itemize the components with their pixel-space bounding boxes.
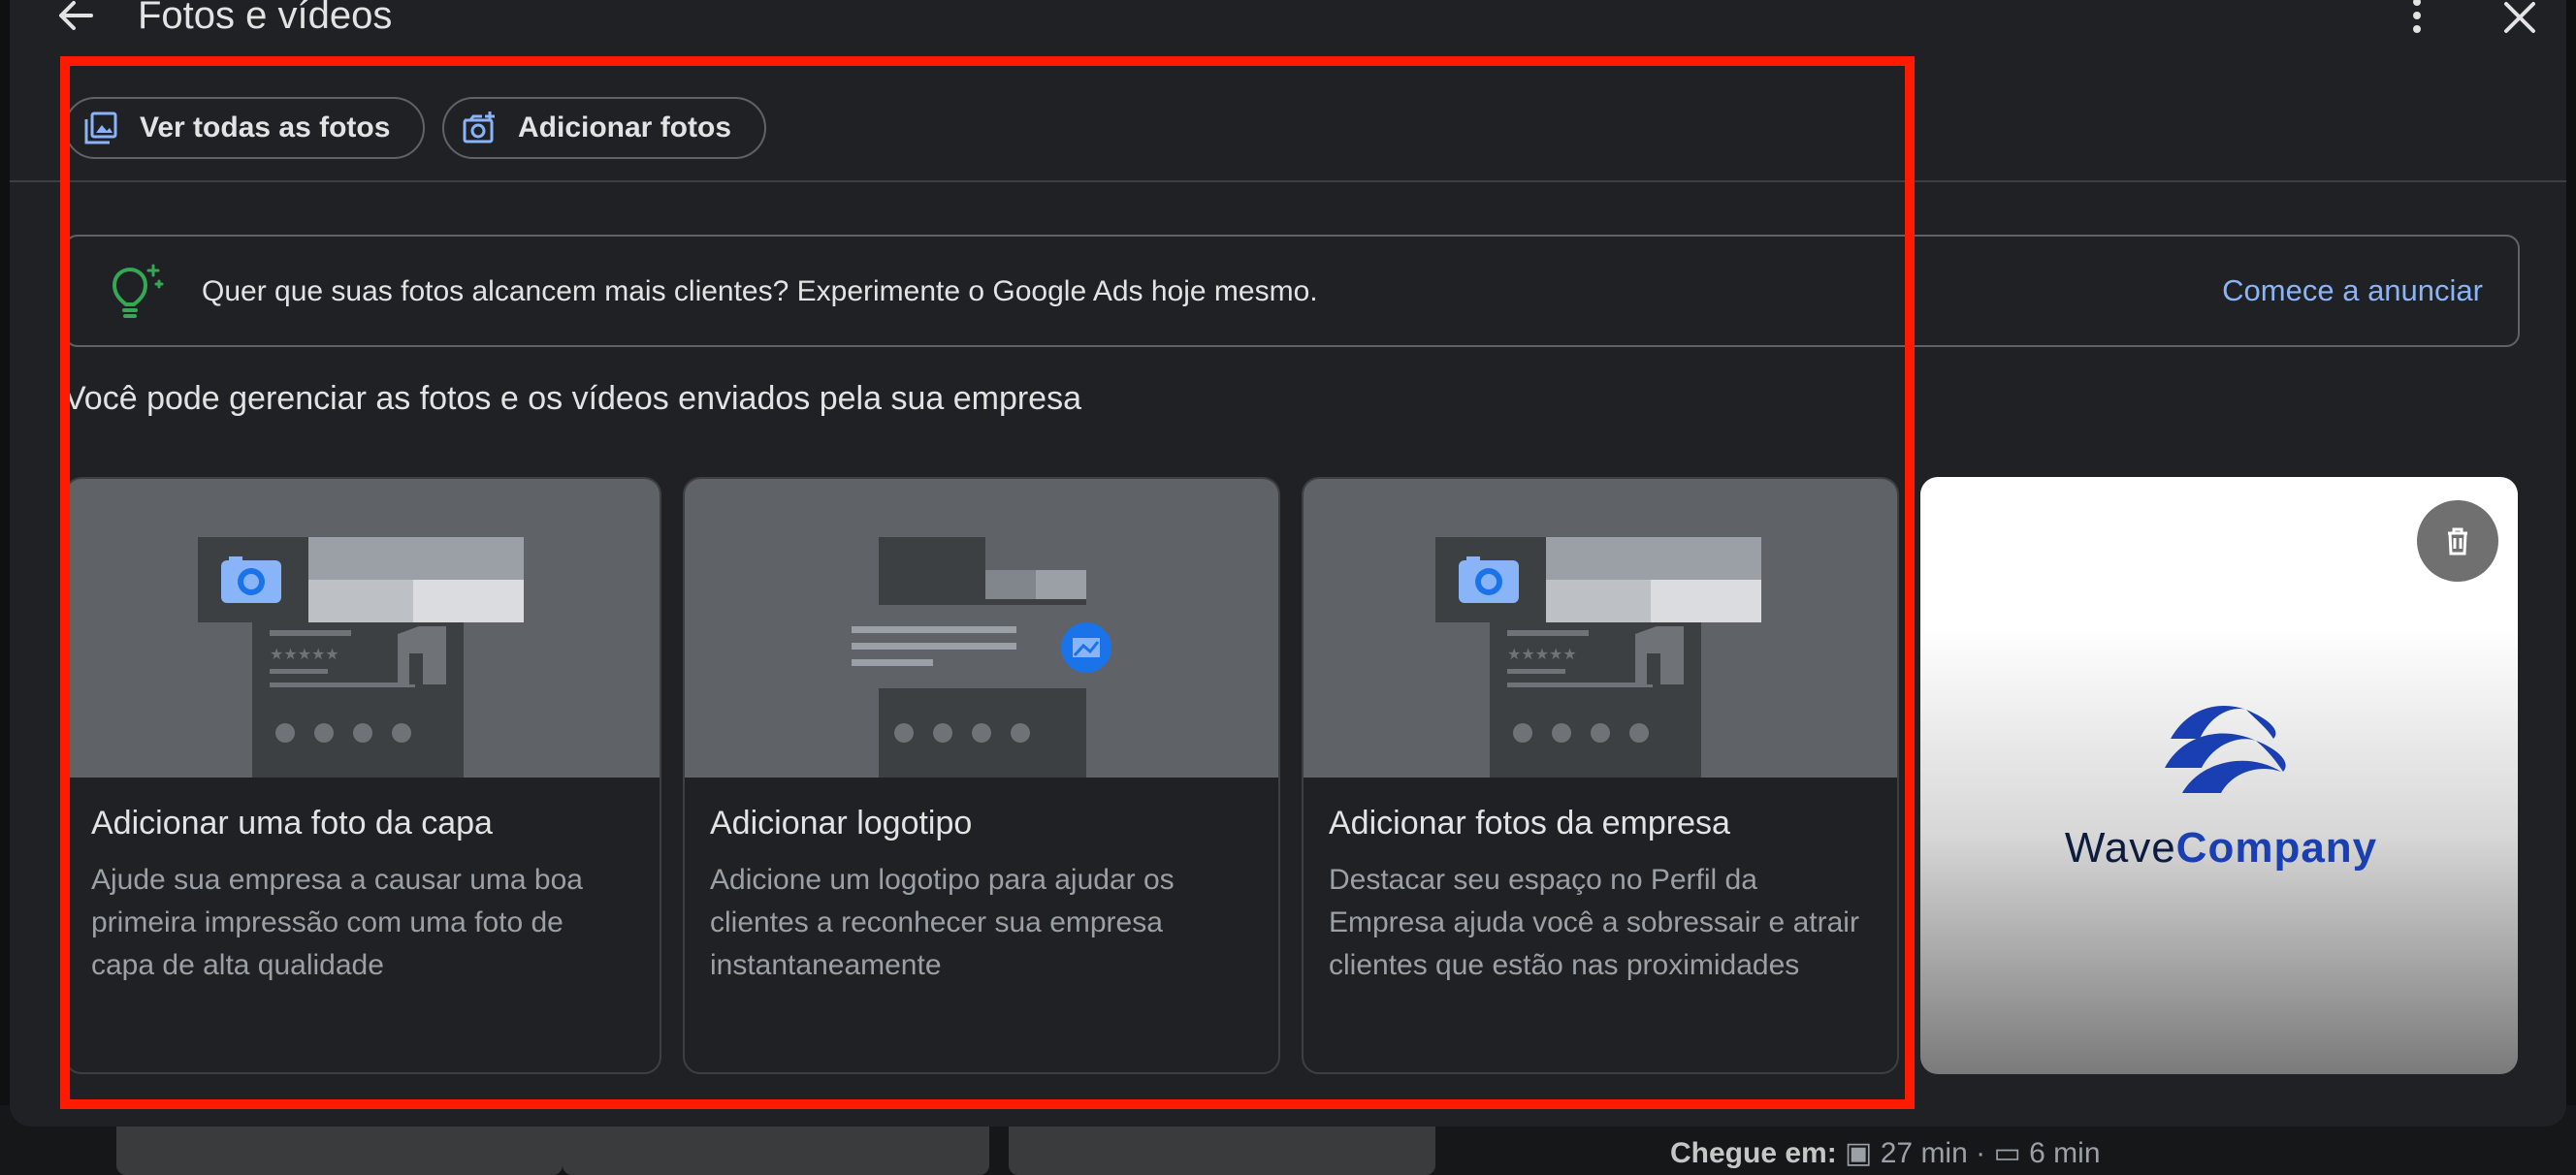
add-photo-icon [460,109,499,147]
arrow-left-icon [59,1,93,30]
photo-library-icon [81,109,120,147]
close-button[interactable] [2498,0,2541,39]
transit-time: 27 min [1880,1137,1968,1169]
wave-logo-icon [2165,705,2286,793]
logo-word-company: Company [2175,824,2378,872]
arrival-label: Chegue em: [1670,1137,1837,1169]
section-subtitle: Você pode gerenciar as fotos e os vídeos… [64,380,1082,417]
lightbulb-icon [107,262,165,322]
uploaded-logo-photo[interactable]: WaveCompany [1920,477,2518,1074]
dialog-title: Fotos e vídeos [138,0,393,37]
trash-icon [2448,527,2467,556]
more-vert-icon [2413,0,2421,33]
company-logo: WaveCompany [2027,671,2415,884]
more-options-button[interactable] [2399,0,2434,37]
card-title: Adicionar logotipo [710,805,973,842]
header-divider [10,180,2566,182]
banner-message: Quer que suas fotos alcancem mais client… [202,275,1318,307]
add-business-photos-card[interactable]: ★★★★★ Adicionar fotos da empresa Destaca… [1302,477,1899,1074]
add-photos-button[interactable]: Adicionar fotos [442,97,767,159]
card-title: Adicionar uma foto da capa [91,805,493,842]
photos-dialog: Fotos e vídeos Ver todas as fotos Adicio… [10,0,2566,1127]
logo-illustration [685,479,1278,778]
cover-photo-illustration: ★★★★★ [66,479,660,778]
card-description: Adicione um logotipo para ajudar os clie… [710,864,1175,981]
add-cover-photo-card[interactable]: ★★★★★ Adicionar uma foto da capa Ajude s… [64,477,661,1074]
view-all-photos-label: Ver todas as fotos [140,111,391,143]
close-icon [2504,2,2535,33]
drive-time: 6 min [2029,1137,2101,1169]
card-title: Adicionar fotos da empresa [1329,805,1730,842]
separator: · [1976,1137,1986,1169]
car-icon: ▭ [1993,1137,2030,1169]
start-advertising-link[interactable]: Comece a anunciar [2222,273,2483,308]
svg-text:★★★★★: ★★★★★ [270,645,339,663]
business-photos-illustration: ★★★★★ [1304,479,1897,778]
company-logo-text: WaveCompany [2027,824,2415,873]
card-description: Ajude sua empresa a causar uma boa prime… [91,864,583,981]
svg-text:★★★★★: ★★★★★ [1507,645,1577,663]
view-all-photos-button[interactable]: Ver todas as fotos [64,97,426,159]
back-button[interactable] [50,0,101,37]
transit-icon: ▣ [1845,1137,1881,1169]
dialog-header: Fotos e vídeos [10,0,2566,39]
add-photos-label: Adicionar fotos [518,111,732,143]
ads-banner: Quer que suas fotos alcancem mais client… [64,235,2520,347]
add-logo-card[interactable]: Adicionar logotipo Adicione um logotipo … [683,477,1280,1074]
arrival-info: Chegue em: ▣ 27 min · ▭ 6 min [1670,1136,2101,1170]
card-description: Destacar seu espaço no Perfil da Empresa… [1329,864,1859,981]
delete-photo-button[interactable] [2417,500,2498,582]
logo-word-wave: Wave [2064,824,2176,872]
